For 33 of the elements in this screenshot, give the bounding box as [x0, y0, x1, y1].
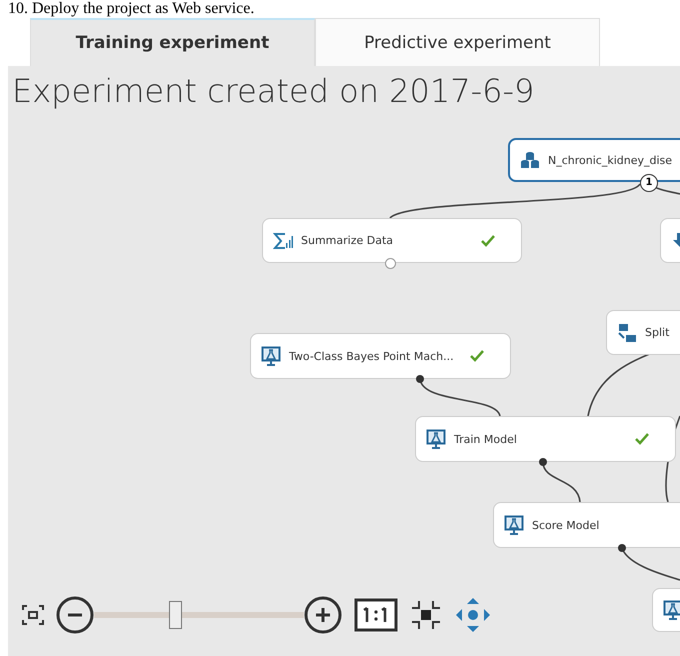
- pan-icon[interactable]: [454, 596, 492, 634]
- module-label: Summarize Data: [301, 234, 394, 247]
- monitor-flask-icon: [261, 346, 281, 366]
- monitor-flask-icon: [663, 600, 680, 620]
- output-port[interactable]: 1: [640, 174, 658, 192]
- output-port[interactable]: [416, 375, 424, 383]
- tab[interactable]: Predictive experiment: [315, 18, 600, 66]
- fit-selection-icon[interactable]: [410, 599, 442, 631]
- fit-screen-icon[interactable]: [22, 605, 44, 625]
- grid-split-icon: [617, 322, 637, 342]
- output-port[interactable]: [539, 458, 547, 466]
- module-label: Split: [645, 326, 670, 339]
- module-label: N_chronic_kidney_dise: [548, 154, 674, 166]
- module-node[interactable]: Score Model: [493, 502, 680, 548]
- slider-thumb[interactable]: [168, 601, 182, 629]
- module-node[interactable]: Two-Class Bayes Point Mach...: [250, 333, 511, 379]
- tab[interactable]: Training experiment: [30, 18, 315, 66]
- monitor-flask-icon: [426, 429, 446, 449]
- output-port[interactable]: [618, 544, 626, 552]
- sigma-chart-icon: [273, 230, 293, 250]
- module-label: Two-Class Bayes Point Mach...: [289, 350, 455, 362]
- zoom-out-icon[interactable]: [56, 596, 94, 634]
- zoom-in-icon[interactable]: [304, 596, 342, 634]
- actual-size-icon[interactable]: [354, 598, 398, 632]
- module-label: Score Model: [532, 518, 600, 532]
- module-node[interactable]: Train Model: [415, 416, 676, 462]
- module-label: Train Model: [454, 432, 518, 446]
- experiment-title: Experiment created on 2017-6-9: [12, 72, 534, 110]
- monitor-flask-icon: [504, 515, 524, 535]
- module-node[interactable]: Split: [606, 310, 680, 355]
- module-node[interactable]: Summarize Data: [262, 218, 522, 263]
- caption-text: 10. Deploy the project as Web service.: [7, 0, 256, 18]
- database-icon: [520, 150, 540, 170]
